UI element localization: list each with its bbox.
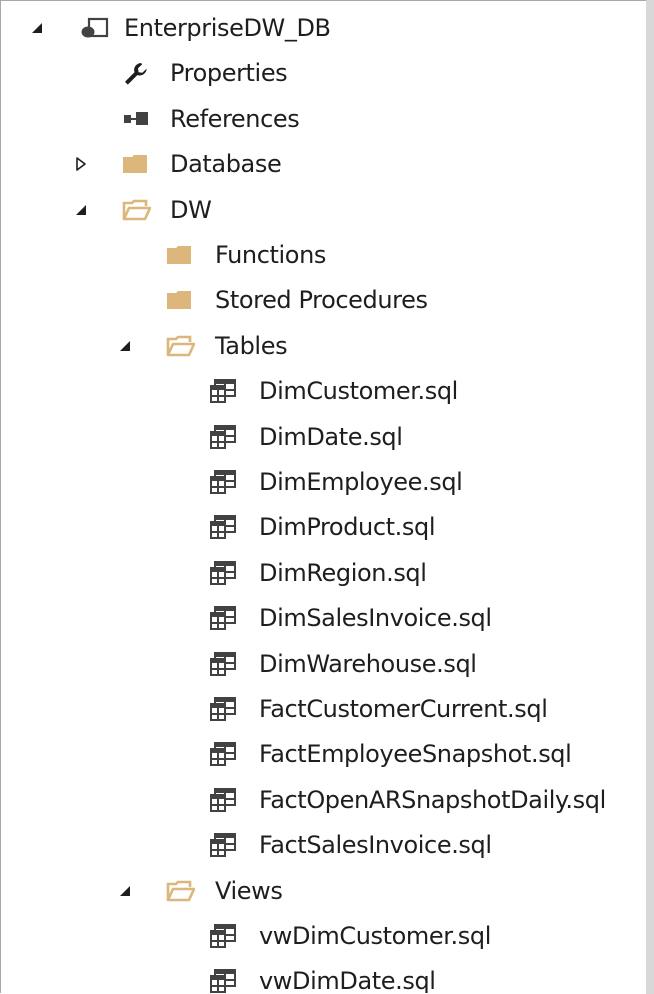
- folder-open-icon: [165, 333, 196, 359]
- tree-node-label: FactCustomerCurrent.sql: [259, 695, 548, 723]
- tree-node-database[interactable]: Database: [1, 142, 641, 187]
- solution-explorer-tree: EnterpriseDW_DB Properties References Da…: [0, 0, 653, 993]
- window-edge: [646, 0, 654, 994]
- sql-table-file-icon: [209, 605, 239, 631]
- tree-node-dimcustomer-sql[interactable]: DimCustomer.sql: [1, 369, 641, 414]
- tree-node-label: DimRegion.sql: [259, 558, 427, 587]
- folder-open-icon: [121, 197, 152, 223]
- tree-node-label: References: [170, 104, 300, 133]
- tree-node-label: vwDimCustomer.sql: [259, 922, 491, 950]
- tree-node-label: Tables: [215, 331, 288, 360]
- tree-node-views[interactable]: Views: [1, 869, 641, 914]
- tree-node-label: DimWarehouse.sql: [259, 649, 477, 678]
- tree-node-label: DimEmployee.sql: [259, 468, 463, 496]
- tree-node-label: FactOpenARSnapshotDaily.sql: [259, 785, 606, 814]
- sql-table-file-icon: [209, 514, 239, 540]
- folder-open-icon: [165, 878, 196, 904]
- tree-node-label: FactSalesInvoice.sql: [259, 831, 492, 860]
- tree-node-enterprisedw-db[interactable]: EnterpriseDW_DB: [1, 6, 641, 51]
- tree-node-dimregion-sql[interactable]: DimRegion.sql: [1, 551, 641, 596]
- tree-node-tables[interactable]: Tables: [1, 324, 641, 369]
- sql-table-file-icon: [209, 696, 239, 722]
- tree-node-vwdimdate-sql[interactable]: vwDimDate.sql: [1, 959, 641, 993]
- sql-table-file-icon: [209, 923, 239, 949]
- tree-node-label: DimProduct.sql: [259, 513, 436, 542]
- sql-table-file-icon: [209, 787, 239, 813]
- tree-node-dimemployee-sql[interactable]: DimEmployee.sql: [1, 460, 641, 505]
- sql-table-file-icon: [209, 560, 239, 586]
- folder-icon: [165, 287, 195, 313]
- tree-node-stored-procedures[interactable]: Stored Procedures: [1, 278, 641, 323]
- tree-node-dimproduct-sql[interactable]: DimProduct.sql: [1, 505, 641, 550]
- tree-node-vwdimcustomer-sql[interactable]: vwDimCustomer.sql: [1, 914, 641, 959]
- sql-table-file-icon: [209, 378, 239, 404]
- tree-node-factcustomercurrent-sql[interactable]: FactCustomerCurrent.sql: [1, 687, 641, 732]
- tree-node-label: DimCustomer.sql: [259, 377, 458, 406]
- database-project-icon: [79, 15, 109, 41]
- tree-node-factopenarsnapshotdaily-sql[interactable]: FactOpenARSnapshotDaily.sql: [1, 778, 641, 823]
- tree-node-properties[interactable]: Properties: [1, 51, 641, 96]
- expanded-arrow-icon[interactable]: [115, 879, 135, 903]
- tree-node-references[interactable]: References: [1, 97, 641, 142]
- tree-node-dimdate-sql[interactable]: DimDate.sql: [1, 415, 641, 460]
- sql-table-file-icon: [209, 651, 239, 677]
- tree-node-label: Functions: [215, 241, 326, 269]
- tree-node-label: EnterpriseDW_DB: [124, 14, 331, 42]
- tree-node-label: DW: [170, 195, 212, 224]
- tree-node-label: FactEmployeeSnapshot.sql: [259, 740, 572, 769]
- tree-node-label: Stored Procedures: [215, 286, 428, 315]
- expanded-arrow-icon[interactable]: [27, 16, 47, 40]
- tree-node-label: DimSalesInvoice.sql: [259, 604, 492, 633]
- tree-node-label: Views: [215, 876, 283, 905]
- expanded-arrow-icon[interactable]: [71, 198, 91, 222]
- expanded-arrow-icon[interactable]: [115, 334, 135, 358]
- tree-node-label: DimDate.sql: [259, 422, 403, 451]
- tree-node-factemployeesnapshot-sql[interactable]: FactEmployeeSnapshot.sql: [1, 732, 641, 777]
- sql-table-file-icon: [209, 741, 239, 767]
- tree-node-dimwarehouse-sql[interactable]: DimWarehouse.sql: [1, 642, 641, 687]
- tree-node-label: vwDimDate.sql: [259, 967, 436, 993]
- folder-icon: [165, 242, 195, 268]
- wrench-icon: [121, 60, 151, 86]
- collapsed-arrow-icon[interactable]: [71, 152, 91, 176]
- tree-node-dw[interactable]: DW: [1, 188, 641, 233]
- tree-node-dimsalesinvoice-sql[interactable]: DimSalesInvoice.sql: [1, 596, 641, 641]
- sql-table-file-icon: [209, 832, 239, 858]
- folder-icon: [121, 151, 151, 177]
- tree-node-functions[interactable]: Functions: [1, 233, 641, 278]
- tree-node-label: Database: [170, 150, 282, 179]
- sql-table-file-icon: [209, 424, 239, 450]
- tree-node-label: Properties: [170, 59, 288, 88]
- references-icon: [121, 106, 151, 132]
- sql-table-file-icon: [209, 469, 239, 495]
- sql-table-file-icon: [209, 968, 239, 993]
- tree-node-factsalesinvoice-sql[interactable]: FactSalesInvoice.sql: [1, 823, 641, 868]
